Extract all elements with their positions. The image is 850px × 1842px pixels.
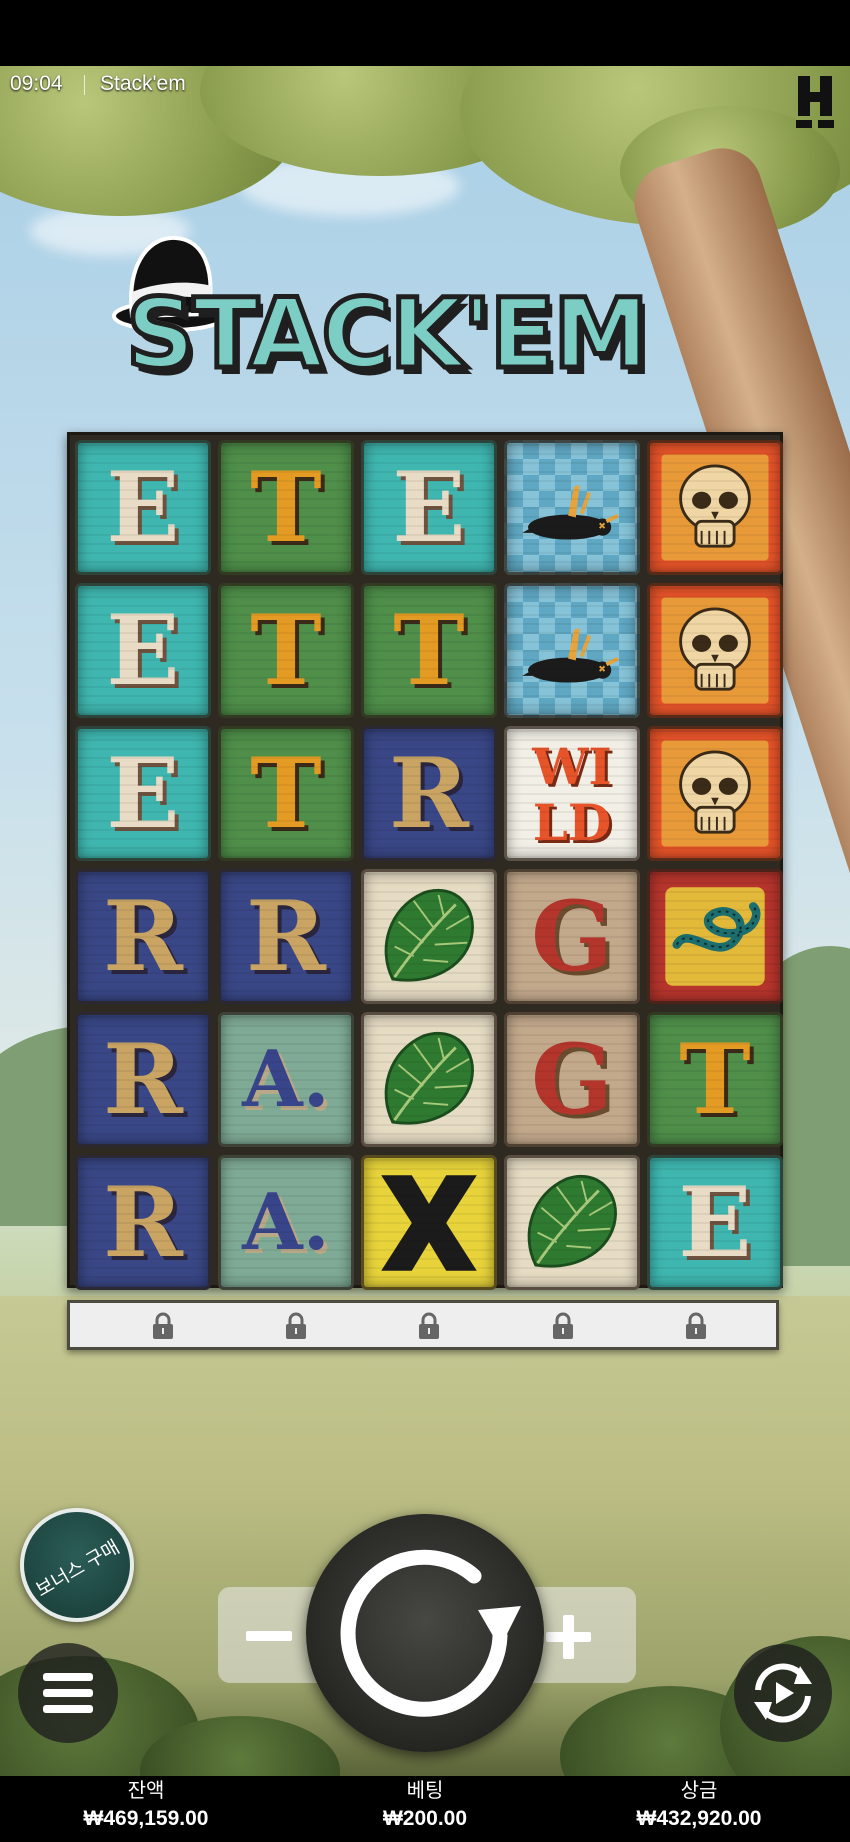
letter-symbol: A.	[242, 1034, 330, 1125]
win-value: ₩432,920.00	[636, 1807, 762, 1830]
letter-symbol: R	[103, 1023, 183, 1136]
letter-symbol: G	[531, 880, 613, 993]
leaf-symbol-icon	[364, 872, 494, 1001]
bet-value: ₩200.00	[382, 1807, 468, 1830]
letter-symbol: R	[103, 1166, 183, 1279]
reel-cell: R	[75, 1155, 211, 1290]
lock-icon	[283, 1312, 309, 1340]
letter-symbol: E	[106, 594, 180, 707]
provider-logo-icon	[796, 76, 834, 128]
menu-button[interactable]	[18, 1643, 118, 1743]
reel-cell	[361, 1012, 497, 1147]
letter-symbol: T	[250, 594, 322, 707]
lock-icon	[416, 1312, 442, 1340]
reel-cell	[504, 1155, 640, 1290]
autoplay-icon	[754, 1663, 812, 1723]
locked-row-bar	[67, 1300, 779, 1350]
leaf-symbol-icon	[507, 1158, 637, 1287]
hamburger-menu-icon	[43, 1705, 93, 1713]
hamburger-menu-icon	[43, 1673, 93, 1681]
wild-text-line: LD	[532, 793, 612, 852]
letter-symbol: E	[106, 451, 180, 564]
snake-symbol-icon	[650, 872, 780, 1001]
skull-symbol-icon	[650, 586, 780, 715]
status-time: 09:04	[10, 72, 63, 95]
letter-symbol: T	[250, 737, 322, 850]
game-logo: STACK'EM	[112, 230, 732, 400]
bird-symbol-icon	[507, 586, 637, 715]
reel-grid: E T E E T T E T R WI LD R R G R A. G T R A. E	[67, 432, 783, 1290]
reel-cell: A.	[218, 1155, 354, 1290]
reel-cell: T	[647, 1012, 783, 1147]
balance-value: ₩469,159.00	[83, 1807, 209, 1830]
reel-cell	[504, 583, 640, 718]
reel-cell: E	[75, 440, 211, 575]
reel-cell	[647, 726, 783, 861]
app-title: Stack'em	[100, 72, 186, 95]
skull-symbol-icon	[650, 443, 780, 572]
reel-cell: R	[361, 726, 497, 861]
skull-symbol-icon	[650, 729, 780, 858]
bird-symbol-icon	[507, 443, 637, 572]
reel-cell: R	[75, 1012, 211, 1147]
letter-symbol: T	[250, 451, 322, 564]
reel-cell: T	[218, 440, 354, 575]
wild-text-line: WI	[532, 737, 612, 796]
win-label: 상금	[680, 1780, 718, 1802]
hamburger-menu-icon	[43, 1689, 93, 1697]
win-display: 상금 ₩432,920.00	[589, 1776, 809, 1834]
reel-cell: G	[504, 1012, 640, 1147]
letter-symbol: R	[103, 880, 183, 993]
balance-display: 잔액 ₩469,159.00	[36, 1776, 256, 1834]
spin-arrow-icon	[340, 1549, 521, 1717]
reel-cell: E	[75, 726, 211, 861]
reel-cell: R	[75, 869, 211, 1004]
reel-cell: A.	[218, 1012, 354, 1147]
reel-cell	[361, 1155, 497, 1290]
letter-symbol: E	[392, 451, 466, 564]
lock-icon	[550, 1312, 576, 1340]
lock-icon	[150, 1312, 176, 1340]
reel-cell: T	[218, 583, 354, 718]
bet-display: 베팅 ₩200.00	[315, 1776, 535, 1834]
reel-cell	[647, 583, 783, 718]
letter-symbol: E	[106, 737, 180, 850]
reel-cell: G	[504, 869, 640, 1004]
letter-symbol: R	[389, 737, 469, 850]
letter-symbol: T	[679, 1023, 751, 1136]
reel-cell: WI LD	[504, 726, 640, 861]
status-bar	[0, 0, 850, 66]
bonus-buy-label: 보너스 구매	[32, 1536, 124, 1602]
autoplay-button[interactable]	[734, 1644, 832, 1742]
bet-label: 베팅	[406, 1780, 444, 1802]
spin-button[interactable]	[306, 1514, 544, 1752]
reel-cell: T	[361, 583, 497, 718]
reel-cell: T	[218, 726, 354, 861]
reel-cell: R	[218, 869, 354, 1004]
letter-symbol: T	[393, 594, 465, 707]
reel-cell	[647, 869, 783, 1004]
reel-cell: E	[647, 1155, 783, 1290]
leaf-symbol-icon	[364, 1015, 494, 1144]
reel-cell: E	[361, 440, 497, 575]
reel-cell	[647, 440, 783, 575]
lock-icon	[683, 1312, 709, 1340]
letter-symbol: E	[678, 1166, 752, 1279]
minus-icon	[246, 1631, 292, 1641]
plus-icon	[546, 1632, 591, 1642]
x-symbol-icon	[364, 1158, 494, 1287]
wild-symbol: WI LD	[507, 739, 637, 851]
bonus-buy-button[interactable]: 보너스 구매	[20, 1508, 134, 1622]
letter-symbol: G	[531, 1023, 613, 1136]
letter-symbol: R	[246, 880, 326, 993]
game-logo-text: STACK'EM	[124, 276, 652, 393]
reel-cell	[361, 869, 497, 1004]
status-divider	[84, 75, 85, 95]
balance-label: 잔액	[127, 1780, 165, 1802]
reel-cell: E	[75, 583, 211, 718]
reel-cell	[504, 440, 640, 575]
letter-symbol: A.	[242, 1177, 330, 1268]
